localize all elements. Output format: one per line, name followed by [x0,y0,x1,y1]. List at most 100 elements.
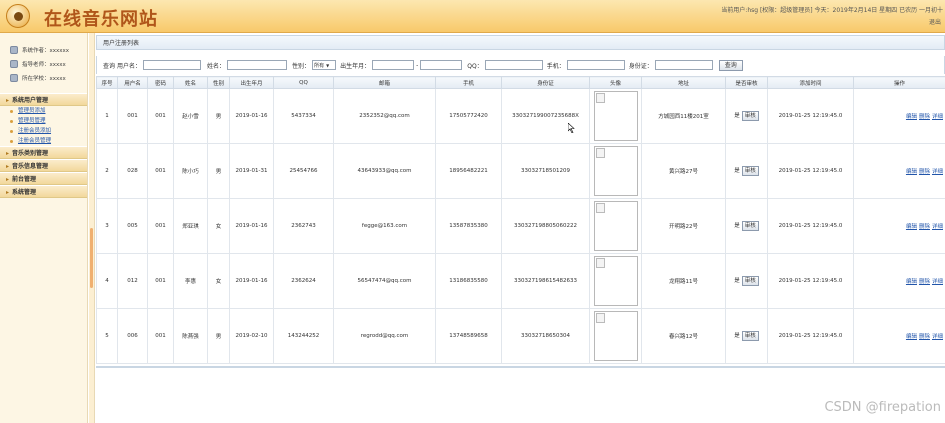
detail-link[interactable]: 详细 [932,114,943,120]
cell-name: 李惠 [173,253,208,309]
column-header: 性别 [207,76,230,89]
sidebar-group[interactable]: 音乐信息管理 [0,159,87,172]
cell-avatar [589,143,642,199]
author-icon [10,46,18,54]
birth-separator: - [416,61,419,69]
cell-birth: 2019-02-10 [229,308,274,364]
table-row: 1 001 001 赵小雪男 2019-01-16 5437334 2352352@qq.c… [96,88,945,144]
cell-no: 4 [96,253,118,309]
cell-avatar [589,308,642,364]
mouse-cursor-icon [568,123,575,133]
cell-address: 春兴路12号 [641,308,726,364]
column-header: 序号 [96,76,118,89]
sidebar-item[interactable]: 注册会员管理 [0,136,87,146]
search-button[interactable]: 查询 [718,59,743,71]
cell-qq: 25454766 [273,143,334,199]
detail-link[interactable]: 详细 [932,169,943,175]
header: 在线音乐网站 当前用户:hsg [权限：超级管理员] 今天：2019年2月14日… [0,0,945,33]
table-row: 4 012 001 李惠女 2019-01-16 2362624 56547474@qq.c… [96,253,945,309]
column-header: 密码 [147,76,174,89]
sidebar-info-label: 所在学校：xxxxx [22,76,66,82]
teacher-icon [10,60,18,68]
cell-address: 方城园西11楼201室 [641,88,726,144]
cell-qq: 143244252 [273,308,334,364]
name-input[interactable] [227,60,288,70]
column-header: 头像 [589,76,642,89]
delete-link[interactable]: 删除 [919,169,930,175]
edit-link[interactable]: 编辑 [906,279,917,285]
user-info: 当前用户:hsg [权限：超级管理员] 今天：2019年2月14日 星期四 已农… [721,7,943,14]
column-header: 操作 [853,76,945,89]
delete-link[interactable]: 删除 [919,224,930,230]
edit-link[interactable]: 编辑 [906,224,917,230]
site-title: 在线音乐网站 [44,9,158,30]
cell-username: 001 [117,88,148,144]
birth-start-input[interactable] [372,60,415,70]
cell-password: 001 [147,88,174,144]
column-header: 添加时间 [767,76,854,89]
table-row: 3 005 001 郑亚琪女 2019-01-16 2362743 fegge@163.co… [96,198,945,254]
cell-email: 43643933@qq.com [333,143,436,199]
cell-address: 开明路22号 [641,198,726,254]
sidebar-group[interactable]: 系统管理 [0,185,87,198]
main-content: 用户注册列表 查询 用户名： 姓名： 性别： 所有 ▼ 出生年月： - QQ： 手… [96,35,945,423]
audit-button[interactable]: 审核 [741,111,759,121]
sidebar-group[interactable]: 系统用户管理 [0,93,87,106]
logout-link[interactable]: 退出 [929,17,941,26]
cell-no: 2 [96,143,118,199]
idcard-input[interactable] [654,60,713,70]
table-bottom-border [96,364,945,368]
sidebar-item[interactable]: 管理员管理 [0,116,87,126]
audit-button[interactable]: 审核 [741,331,759,341]
cell-operations: 编辑 删除 详细 [853,253,945,309]
table-row: 2 028 001 陈小巧男 2019-01-31 25454766 43643933@qq… [96,143,945,199]
detail-link[interactable]: 详细 [932,279,943,285]
column-header: 用户名 [117,76,148,89]
gender-select[interactable]: 所有 ▼ [312,60,337,70]
sidebar-splitter[interactable] [89,33,95,423]
edit-link[interactable]: 编辑 [906,169,917,175]
cell-no: 1 [96,88,118,144]
chevron-down-icon: ▼ [326,62,330,68]
cell-username: 012 [117,253,148,309]
cell-avatar [589,198,642,254]
avatar-broken-image-icon [593,311,638,361]
cell-username: 006 [117,308,148,364]
cell-idcard: 330327198615482633 [501,253,590,309]
idcard-label: 身份证： [628,62,653,70]
audit-button[interactable]: 审核 [741,166,759,176]
sidebar-item[interactable]: 注册会员添加 [0,126,87,136]
edit-link[interactable]: 编辑 [906,114,917,120]
cell-audit: 是审核 [725,88,768,144]
username-input[interactable] [143,60,202,70]
audit-button[interactable]: 审核 [741,276,759,286]
audit-status: 是 [734,168,740,174]
cell-phone: 13587835380 [435,198,502,254]
detail-link[interactable]: 详细 [932,334,943,340]
cell-phone: 17505772420 [435,88,502,144]
delete-link[interactable]: 删除 [919,279,930,285]
detail-link[interactable]: 详细 [932,224,943,230]
qq-input[interactable] [484,60,543,70]
cell-added-time: 2019-01-25 12:19:45.0 [767,308,854,364]
sidebar-item[interactable]: 管理员添加 [0,106,87,116]
cell-gender: 女 [207,198,230,254]
gender-select-value: 所有 [314,62,325,69]
cell-password: 001 [147,198,174,254]
birth-end-input[interactable] [420,60,463,70]
delete-link[interactable]: 删除 [919,334,930,340]
edit-link[interactable]: 编辑 [906,334,917,340]
delete-link[interactable]: 删除 [919,114,930,120]
phone-input[interactable] [566,60,625,70]
cell-qq: 2362624 [273,253,334,309]
audit-button[interactable]: 审核 [741,221,759,231]
cell-password: 001 [147,143,174,199]
gender-label: 性别： [292,62,311,70]
sidebar-group[interactable]: 音乐类别管理 [0,146,87,159]
birth-label: 出生年月： [340,62,371,70]
cell-idcard: 33032718501209 [501,143,590,199]
sidebar-group[interactable]: 前台管理 [0,172,87,185]
audit-status: 是 [734,223,740,229]
cell-operations: 编辑 删除 详细 [853,198,945,254]
cell-no: 5 [96,308,118,364]
